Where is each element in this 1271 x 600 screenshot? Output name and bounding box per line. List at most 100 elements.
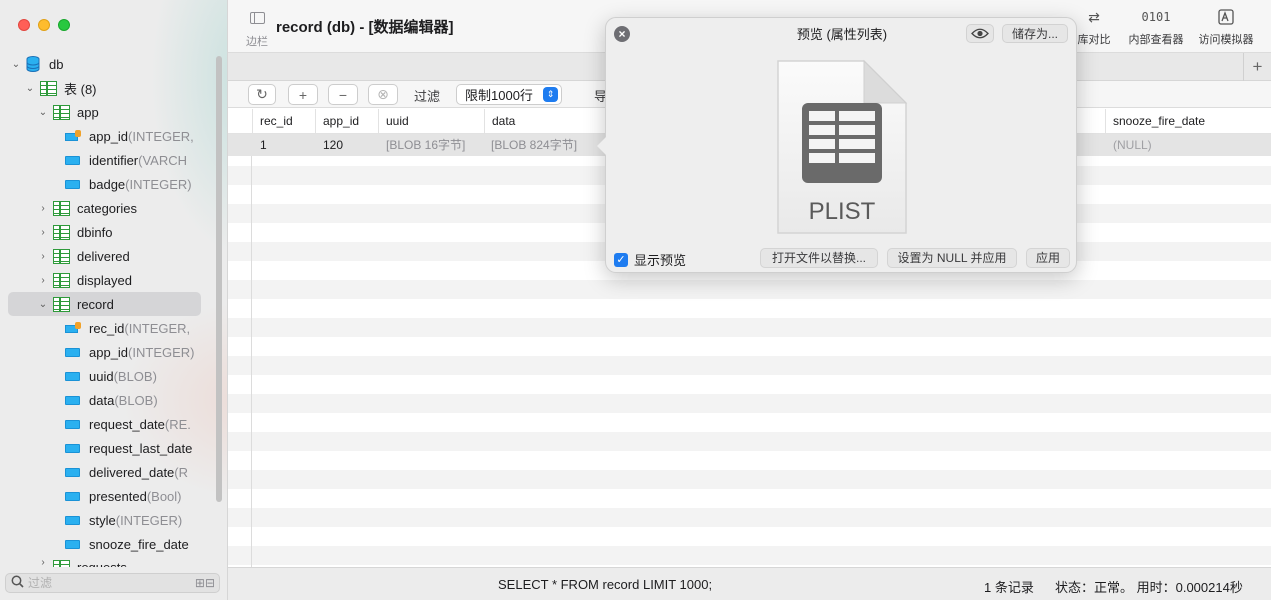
- sidebar-icon: [249, 12, 265, 24]
- cell-uuid[interactable]: [BLOB 16字节]: [378, 134, 465, 156]
- clear-filter-button[interactable]: ⊗: [368, 84, 398, 105]
- tree-item-column[interactable]: badge (INTEGER): [0, 172, 214, 196]
- tree-tables-group[interactable]: ⌄ 表 (8): [0, 76, 214, 100]
- cell-data[interactable]: [BLOB 824字节]: [483, 134, 577, 156]
- column-header[interactable]: snooze_fire_date: [1105, 109, 1245, 134]
- tree-item-column[interactable]: app_id (INTEGER,: [0, 124, 214, 148]
- sidebar-scrollbar[interactable]: [216, 56, 222, 502]
- table-label: displayed: [77, 272, 132, 288]
- table-icon: [53, 272, 70, 288]
- tree-item-requests-partial[interactable]: › requests: [0, 556, 214, 567]
- status-bar: SELECT * FROM record LIMIT 1000; 1 条记录 状…: [228, 567, 1271, 600]
- column-icon: [65, 467, 80, 477]
- tree-item-table[interactable]: ⌄ record: [8, 292, 201, 316]
- chevron-right-icon[interactable]: ›: [37, 556, 49, 568]
- minimize-window-button[interactable]: [38, 19, 50, 31]
- column-name: presented: [89, 488, 147, 504]
- access-simulator-button[interactable]: 访问模拟器: [1194, 6, 1258, 47]
- filter-options-icon[interactable]: ⊞⊟: [195, 576, 215, 590]
- maximize-window-button[interactable]: [58, 19, 70, 31]
- tables-group-label: 表 (8): [64, 81, 97, 97]
- column-name: request_date: [89, 416, 165, 432]
- show-preview-checkbox[interactable]: ✓ 显示预览: [614, 250, 686, 269]
- sidebar-filter[interactable]: ⊞⊟: [5, 573, 220, 593]
- row-number-divider: [251, 109, 252, 567]
- column-name: uuid: [89, 368, 114, 384]
- tree-item-column[interactable]: identifier (VARCH: [0, 148, 214, 172]
- tree-item-column[interactable]: uuid (BLOB): [0, 364, 214, 388]
- tree-item-column[interactable]: style (INTEGER): [0, 508, 214, 532]
- tree-item-column[interactable]: snooze_fire_date: [0, 532, 214, 556]
- chevron-down-icon[interactable]: ⌄: [10, 58, 22, 70]
- access-simulator-label: 访问模拟器: [1198, 34, 1254, 46]
- column-header[interactable]: rec_id: [252, 109, 315, 134]
- set-null-apply-button[interactable]: 设置为 NULL 并应用: [887, 248, 1017, 268]
- preview-popover: 预览 (属性列表) × 储存为... PLIST ✓ 显示预览 打开文件以替换.…: [597, 17, 1077, 273]
- database-tree: ⌄ db ⌄ 表 (8) ⌄ app app_id (INTEGER, identif…: [0, 52, 214, 567]
- column-icon: [65, 155, 80, 165]
- chevron-right-icon[interactable]: ›: [37, 226, 49, 238]
- tree-item-column[interactable]: data (BLOB): [0, 388, 214, 412]
- column-header[interactable]: app_id: [315, 109, 378, 134]
- limit-value: 限制1000行: [465, 88, 533, 103]
- save-as-button[interactable]: 储存为...: [1002, 24, 1068, 43]
- add-row-button[interactable]: +: [288, 84, 318, 105]
- close-window-button[interactable]: [18, 19, 30, 31]
- tree-item-column[interactable]: request_date (RE.: [0, 412, 214, 436]
- toggle-sidebar-button[interactable]: 边栏: [242, 8, 272, 49]
- tree-item-column[interactable]: presented (Bool): [0, 484, 214, 508]
- tree-item-table[interactable]: › dbinfo: [0, 220, 214, 244]
- cell-rec-id[interactable]: 1: [252, 134, 267, 156]
- window-title: record (db) - [数据编辑器]: [276, 19, 454, 36]
- internal-viewer-label: 内部查看器: [1128, 34, 1184, 46]
- sql-query-text: SELECT * FROM record LIMIT 1000;: [498, 577, 713, 592]
- chevron-right-icon[interactable]: ›: [37, 202, 49, 214]
- column-name: identifier: [89, 152, 139, 168]
- column-type: (INTEGER): [115, 512, 183, 528]
- table-label: requests: [77, 560, 127, 567]
- column-icon: [65, 443, 80, 453]
- column-header[interactable]: uuid: [378, 109, 484, 134]
- primary-key-icon: [65, 321, 81, 334]
- column-name: app_id: [89, 128, 129, 144]
- column-header[interactable]: data: [484, 109, 604, 134]
- chevron-down-icon[interactable]: ⌄: [37, 298, 49, 310]
- chevron-right-icon[interactable]: ›: [37, 250, 49, 262]
- open-file-replace-button[interactable]: 打开文件以替换...: [760, 248, 878, 268]
- apply-button[interactable]: 应用: [1026, 248, 1070, 268]
- column-type: (INTEGER,: [124, 320, 191, 336]
- cell-app-id[interactable]: 120: [315, 134, 343, 156]
- limit-select[interactable]: 限制1000行 ⇕: [456, 84, 562, 105]
- eye-icon: [971, 28, 989, 39]
- add-tab-button[interactable]: +: [1243, 53, 1271, 81]
- tree-item-table[interactable]: ⌄ app: [0, 100, 214, 124]
- tree-item-table[interactable]: › delivered: [0, 244, 214, 268]
- tree-item-column[interactable]: app_id (INTEGER): [0, 340, 214, 364]
- tree-db-row[interactable]: ⌄ db: [0, 52, 214, 76]
- table-icon: [53, 248, 70, 264]
- refresh-button[interactable]: ↻: [248, 84, 276, 105]
- show-preview-label: 显示预览: [634, 253, 687, 268]
- table-label: categories: [77, 200, 137, 216]
- remove-row-button[interactable]: −: [328, 84, 358, 105]
- tree-item-table[interactable]: › categories: [0, 196, 214, 220]
- tree-item-column[interactable]: rec_id (INTEGER,: [0, 316, 214, 340]
- internal-viewer-button[interactable]: 0101 内部查看器: [1125, 6, 1187, 47]
- quick-look-button[interactable]: [966, 24, 994, 43]
- tree-item-table[interactable]: › displayed: [0, 268, 214, 292]
- close-popover-button[interactable]: ×: [614, 26, 630, 42]
- simulator-icon: [1194, 6, 1258, 28]
- chevron-down-icon[interactable]: ⌄: [24, 82, 36, 94]
- filter-button[interactable]: 过滤: [414, 86, 440, 105]
- column-name: style: [89, 512, 116, 528]
- tree-item-column[interactable]: request_last_date: [0, 436, 214, 460]
- cell-snooze-fire-date[interactable]: (NULL): [1105, 134, 1152, 156]
- plist-label: PLIST: [809, 198, 876, 225]
- sidebar: ⌄ db ⌄ 表 (8) ⌄ app app_id (INTEGER, identif…: [0, 0, 228, 600]
- sidebar-filter-input[interactable]: [28, 576, 195, 590]
- chevron-down-icon[interactable]: ⌄: [37, 106, 49, 118]
- column-icon: [65, 419, 80, 429]
- tree-item-column[interactable]: delivered_date (R: [0, 460, 214, 484]
- chevron-right-icon[interactable]: ›: [37, 274, 49, 286]
- column-name: app_id: [89, 344, 129, 360]
